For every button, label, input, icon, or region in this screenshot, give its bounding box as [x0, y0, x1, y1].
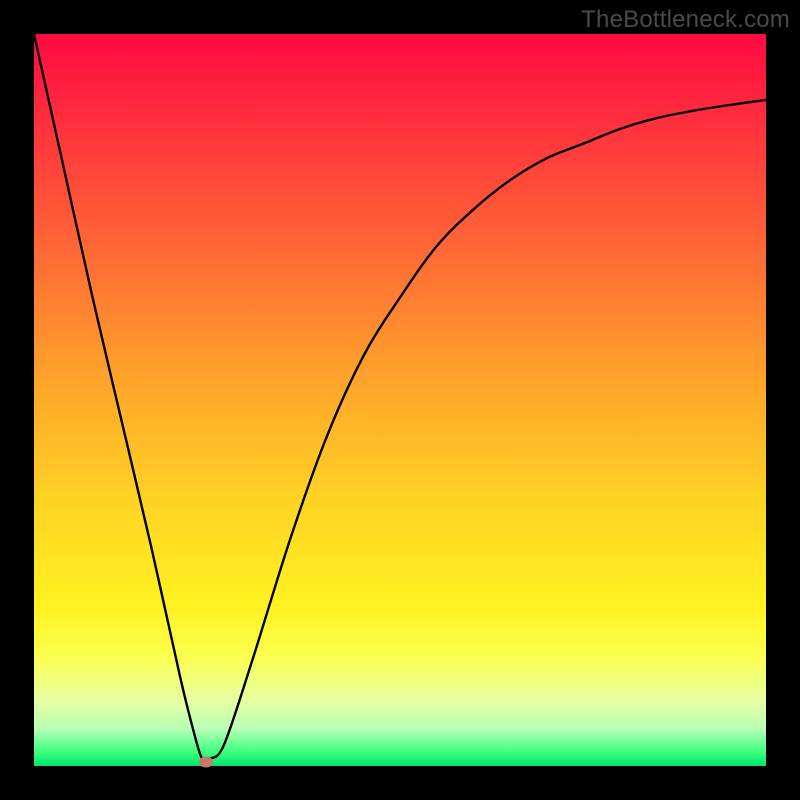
chart-frame: TheBottleneck.com	[0, 0, 800, 800]
watermark-text: TheBottleneck.com	[581, 6, 790, 34]
plot-area	[34, 34, 766, 766]
minimum-marker	[199, 757, 213, 768]
bottleneck-curve	[34, 34, 766, 761]
curve-svg	[34, 34, 766, 766]
